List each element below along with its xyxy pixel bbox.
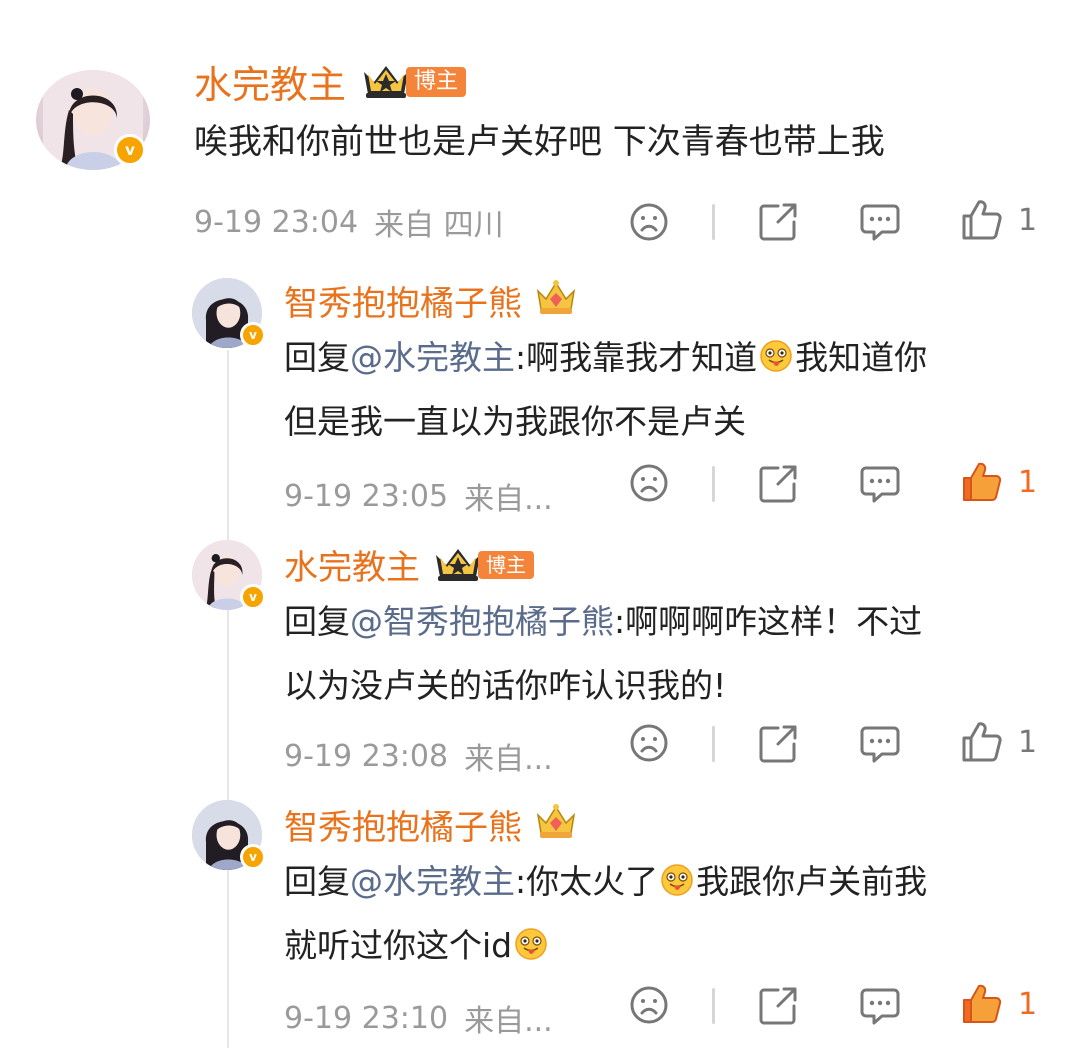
comment-body: 以为没卢关的话你咋认识我的!: [284, 666, 727, 705]
divider: [712, 988, 715, 1024]
like-button[interactable]: 1: [960, 460, 1037, 504]
crown-icon: [360, 60, 412, 104]
comment-body: :啊啊啊咋这样！不过: [614, 602, 923, 641]
sad-face-icon[interactable]: [628, 201, 670, 243]
blogger-tag: 博主: [478, 550, 534, 579]
like-button[interactable]: 1: [960, 198, 1037, 242]
timestamp: 9-19 23:05: [284, 478, 449, 514]
crown-icon: [534, 279, 578, 323]
like-count: 1: [1018, 464, 1038, 500]
divider: [712, 726, 715, 762]
mention-link[interactable]: @水完教主: [350, 862, 515, 901]
divider: [712, 204, 715, 240]
verified-badge-icon: v: [240, 584, 266, 610]
avatar[interactable]: v: [192, 540, 266, 610]
location: 来自...: [464, 482, 553, 517]
timestamp: 9-19 23:10: [284, 1000, 449, 1036]
comment-body: 唉我和你前世也是卢关好吧 下次青春也带上我: [194, 122, 885, 162]
timestamp: 9-19 23:04: [194, 204, 359, 240]
comment-body: 我知道你: [795, 338, 928, 377]
thumbs-up-icon: [960, 720, 1004, 764]
tongue-out-emoji-icon: [514, 918, 548, 960]
like-count: 1: [1018, 724, 1038, 760]
share-icon[interactable]: [756, 462, 800, 506]
comment-icon[interactable]: [858, 462, 902, 506]
thumbs-up-icon: [960, 460, 1004, 504]
comment-text: 回复@智秀抱抱橘子熊:啊啊啊咋这样！不过 以为没卢关的话你咋认识我的!: [284, 590, 922, 718]
comment-icon[interactable]: [858, 200, 902, 244]
thumbs-up-icon: [960, 198, 1004, 242]
comment-body: 就听过你这个id: [284, 926, 513, 965]
username[interactable]: 水完教主: [284, 540, 420, 589]
location: 来自 四川: [374, 208, 504, 243]
thumbs-up-icon: [960, 982, 1004, 1026]
avatar[interactable]: v: [192, 278, 266, 348]
like-count: 1: [1018, 986, 1038, 1022]
mention-link[interactable]: @水完教主: [350, 338, 515, 377]
like-button[interactable]: 1: [960, 720, 1037, 764]
reply-prefix: 回复: [284, 338, 350, 377]
verified-badge-icon: v: [240, 844, 266, 870]
verified-badge-icon: v: [114, 134, 146, 166]
reply-prefix: 回复: [284, 862, 350, 901]
timestamp: 9-19 23:08: [284, 738, 449, 774]
mention-link[interactable]: @智秀抱抱橘子熊: [350, 602, 614, 641]
verified-badge-icon: v: [240, 322, 266, 348]
blogger-tag: 博主: [406, 66, 467, 97]
comment-text: 回复@水完教主:啊我靠我才知道 我知道你 但是我一直以为我跟你不是卢关: [284, 326, 927, 454]
comment-body: :啊我靠我才知道: [515, 338, 758, 377]
comment-thread: v 水完教主 博主 唉我和你前世也是卢关好吧 下次青春也带上我 9-19 23:…: [0, 0, 1080, 1048]
comment-text: 唉我和你前世也是卢关好吧 下次青春也带上我: [194, 110, 885, 174]
location: 来自...: [464, 1004, 553, 1039]
like-count: 1: [1018, 202, 1038, 238]
share-icon[interactable]: [756, 200, 800, 244]
sad-face-icon[interactable]: [628, 722, 670, 764]
divider: [712, 466, 715, 502]
comment-text: 回复@水完教主:你太火了 我跟你卢关前我 就听过你这个id: [284, 850, 927, 978]
comment-icon[interactable]: [858, 722, 902, 766]
sad-face-icon[interactable]: [628, 462, 670, 504]
username[interactable]: 水完教主: [194, 54, 346, 109]
share-icon[interactable]: [756, 722, 800, 766]
avatar[interactable]: v: [36, 70, 150, 170]
location: 来自...: [464, 742, 553, 777]
comment-body: 但是我一直以为我跟你不是卢关: [284, 402, 746, 441]
reply-thread-line: [227, 350, 229, 1048]
avatar[interactable]: v: [192, 800, 266, 870]
tongue-out-emoji-icon: [660, 854, 694, 896]
reply-prefix: 回复: [284, 602, 350, 641]
comment-icon[interactable]: [858, 984, 902, 1028]
tongue-out-emoji-icon: [759, 330, 793, 372]
comment-body: :你太火了: [515, 862, 659, 901]
like-button[interactable]: 1: [960, 982, 1037, 1026]
crown-icon: [432, 543, 484, 587]
username[interactable]: 智秀抱抱橘子熊: [284, 800, 522, 849]
share-icon[interactable]: [756, 984, 800, 1028]
username[interactable]: 智秀抱抱橘子熊: [284, 276, 522, 325]
comment-body: 我跟你卢关前我: [696, 862, 928, 901]
sad-face-icon[interactable]: [628, 984, 670, 1026]
crown-icon: [534, 803, 578, 847]
